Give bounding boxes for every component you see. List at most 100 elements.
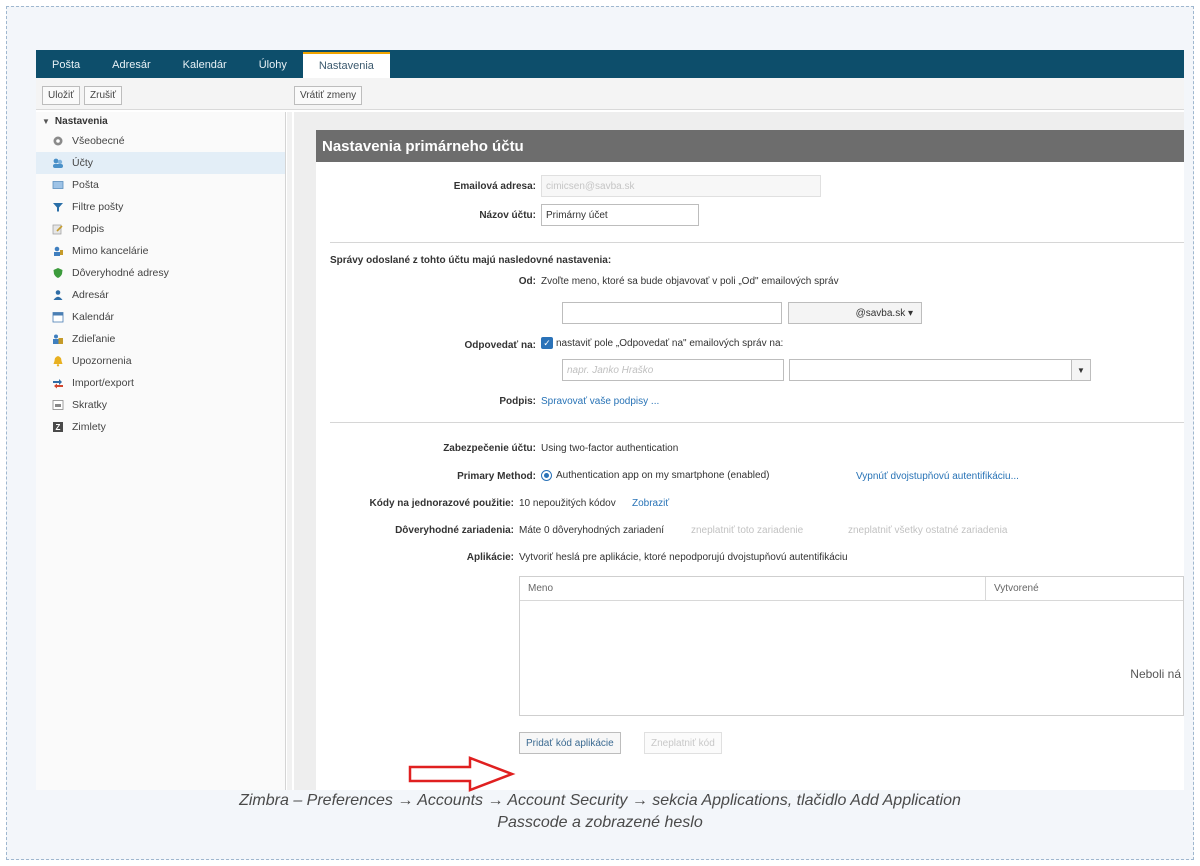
caption-line-2: Passcode a zobrazené heslo	[497, 814, 703, 831]
account-name-field[interactable]: Primárny účet	[541, 204, 699, 226]
signature-icon	[52, 224, 63, 235]
one-time-codes-value: 10 nepoužitých kódov	[519, 498, 616, 509]
section-divider	[330, 422, 1184, 423]
save-button[interactable]: Uložiť	[42, 86, 80, 105]
tab-calendar[interactable]: Kalendár	[167, 52, 243, 78]
applications-description: Vytvoriť heslá pre aplikácie, ktoré nepo…	[519, 552, 848, 563]
import-export-icon	[53, 379, 63, 389]
sidebar-header-label: Nastavenia	[54, 115, 108, 127]
sharing-icon	[53, 334, 63, 344]
reply-to-checkbox[interactable]: ✓	[541, 337, 553, 349]
sidebar-splitter[interactable]	[287, 112, 292, 790]
reply-to-address-field[interactable]	[789, 359, 1079, 381]
account-security-value: Using two-factor authentication	[541, 443, 679, 454]
account-security-label: Zabezpečenie účtu:	[443, 443, 536, 454]
sidebar-item-notifications[interactable]: Upozornenia	[36, 350, 285, 372]
reply-to-label: Odpovedať na:	[464, 340, 536, 351]
email-field: cimicsen@savba.sk	[541, 175, 821, 197]
main-area: Nastavenia primárneho účtu Emailová adre…	[294, 112, 1184, 790]
cancel-button[interactable]: Zrušiť	[84, 86, 122, 105]
sidebar-item-accounts[interactable]: Účty	[36, 152, 285, 174]
reply-to-description: nastaviť pole „Odpovedať na" emailových …	[556, 337, 784, 349]
manage-signatures-link[interactable]: Spravovať vaše podpisy ...	[541, 396, 659, 407]
sidebar-item-trusted-addresses[interactable]: Dôveryhodné adresy	[36, 262, 285, 284]
sidebar-item-label: Dôveryhodné adresy	[72, 267, 169, 279]
out-of-office-icon	[54, 246, 63, 256]
panel-title: Nastavenia primárneho účtu	[316, 130, 1184, 162]
revert-changes-button[interactable]: Vrátiť zmeny	[294, 86, 363, 105]
sidebar-item-label: Mimo kancelárie	[72, 245, 149, 257]
tab-preferences[interactable]: Nastavenia	[302, 52, 390, 78]
preferences-sidebar: ▼ Nastavenia Všeobecné Účty Pošta Filtre…	[36, 112, 286, 790]
revoke-other-devices-link[interactable]: zneplatniť všetky ostatné zariadenia	[848, 525, 1007, 536]
accounts-icon	[53, 158, 63, 168]
sidebar-item-label: Pošta	[72, 179, 99, 191]
add-application-passcode-button[interactable]: Pridať kód aplikácie	[519, 732, 621, 754]
red-arrow-annotation	[408, 756, 516, 792]
primary-method-label: Primary Method:	[457, 471, 536, 482]
sidebar-item-label: Zdieľanie	[72, 333, 116, 345]
sidebar-item-sharing[interactable]: Zdieľanie	[36, 328, 285, 350]
sidebar-item-signature[interactable]: Podpis	[36, 218, 285, 240]
bell-icon	[53, 356, 63, 367]
sidebar-item-label: Adresár	[72, 289, 109, 301]
tab-mail[interactable]: Pošta	[36, 52, 96, 78]
sidebar-item-label: Podpis	[72, 223, 105, 235]
domain-select[interactable]: @savba.sk ▾	[788, 302, 922, 324]
sidebar-item-import-export[interactable]: Import/export	[36, 372, 285, 394]
zimlet-icon: Z	[53, 422, 63, 432]
sidebar-item-filters[interactable]: Filtre pošty	[36, 196, 285, 218]
sidebar-item-zimlets[interactable]: Z Zimlety	[36, 416, 285, 438]
section-divider	[330, 242, 1184, 243]
primary-method-value: Authentication app on my smartphone (ena…	[556, 470, 770, 481]
account-settings-panel: Nastavenia primárneho účtu Emailová adre…	[316, 130, 1184, 790]
contacts-icon	[53, 290, 63, 300]
collapse-triangle-icon: ▼	[42, 116, 50, 126]
sidebar-item-shortcuts[interactable]: Skratky	[36, 394, 285, 416]
grid-empty-message: Neboli ná	[1130, 667, 1181, 681]
view-codes-link[interactable]: Zobraziť	[632, 498, 669, 509]
svg-text:Z: Z	[56, 423, 61, 432]
disable-2fa-link[interactable]: Vypnúť dvojstupňovú autentifikáciu...	[856, 471, 1019, 482]
sidebar-item-label: Zimlety	[72, 421, 106, 433]
grid-col-created[interactable]: Vytvorené	[986, 577, 1183, 600]
sidebar-item-label: Všeobecné	[72, 135, 125, 147]
account-name-label: Názov účtu:	[479, 210, 536, 221]
revoke-this-device-link[interactable]: zneplatniť toto zariadenie	[691, 525, 803, 536]
reply-to-dropdown-arrow[interactable]: ▼	[1071, 359, 1091, 381]
reply-to-option[interactable]: ✓ nastaviť pole „Odpovedať na" emailovýc…	[541, 337, 783, 349]
sidebar-item-contacts[interactable]: Adresár	[36, 284, 285, 306]
revoke-passcode-button[interactable]: Zneplatniť kód	[644, 732, 722, 754]
reply-to-name-field[interactable]: napr. Janko Hraško	[562, 359, 784, 381]
mail-icon	[52, 181, 64, 189]
sent-section-heading: Správy odoslané z tohto účtu majú nasled…	[330, 255, 612, 266]
one-time-codes-label: Kódy na jednorazové použitie:	[369, 498, 514, 509]
primary-method-option[interactable]: Authentication app on my smartphone (ena…	[541, 470, 769, 481]
sidebar-item-mail[interactable]: Pošta	[36, 174, 285, 196]
sidebar-item-general[interactable]: Všeobecné	[36, 130, 285, 152]
zimbra-app: Pošta Adresár Kalendár Úlohy Nastavenia …	[36, 50, 1184, 790]
applications-label: Aplikácie:	[466, 552, 514, 563]
from-name-field[interactable]	[562, 302, 782, 324]
radio-selected-icon[interactable]	[541, 470, 552, 481]
trusted-devices-value: Máte 0 dôveryhodných zariadení	[519, 525, 665, 536]
toolbar: Uložiť Zrušiť Vrátiť zmeny	[36, 78, 1184, 110]
trusted-devices-label: Dôveryhodné zariadenia:	[395, 525, 514, 536]
sidebar-item-out-of-office[interactable]: Mimo kancelárie	[36, 240, 285, 262]
grid-header: Meno Vytvorené	[520, 577, 1183, 601]
sidebar-item-label: Upozornenia	[72, 355, 132, 367]
shield-icon	[53, 268, 63, 278]
sidebar-item-label: Kalendár	[72, 311, 115, 323]
grid-col-name[interactable]: Meno	[520, 577, 986, 600]
caption-line-1: Zimbra – Preferences → Accounts → Accoun…	[239, 792, 961, 809]
application-passcodes-grid: Meno Vytvorené Neboli ná	[519, 576, 1184, 716]
signature-label: Podpis:	[499, 396, 536, 407]
sidebar-item-calendar[interactable]: Kalendár	[36, 306, 285, 328]
figure-caption: Zimbra – Preferences → Accounts → Accoun…	[40, 790, 1160, 834]
tab-tasks[interactable]: Úlohy	[243, 52, 303, 78]
sidebar-header[interactable]: ▼ Nastavenia	[36, 112, 285, 130]
sidebar-item-label: Účty	[72, 157, 93, 169]
keyboard-icon	[52, 400, 64, 410]
filter-icon	[53, 203, 63, 212]
tab-contacts[interactable]: Adresár	[96, 52, 167, 78]
